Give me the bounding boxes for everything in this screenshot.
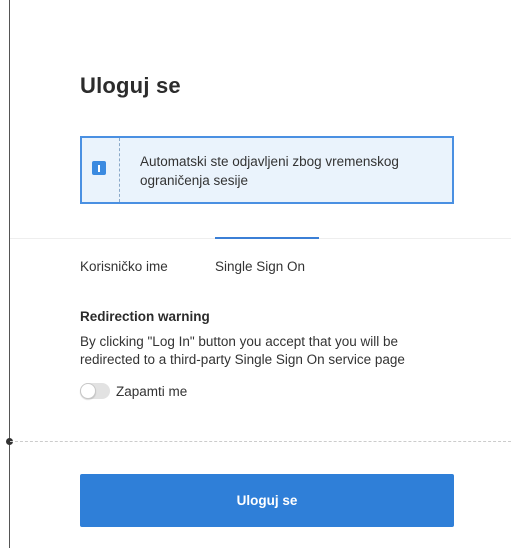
left-divider (9, 0, 10, 548)
remember-me: Zapamti me (80, 383, 187, 399)
info-icon (92, 161, 106, 175)
remember-me-label[interactable]: Zapamti me (116, 384, 187, 399)
login-button[interactable]: Uloguj se (80, 474, 454, 527)
active-tab-indicator (215, 237, 319, 239)
page-title: Uloguj se (80, 73, 181, 98)
session-timeout-alert: Automatski ste odjavljeni zbog vremensko… (80, 136, 454, 204)
toggle-knob (80, 383, 96, 399)
tab-single-sign-on[interactable]: Single Sign On (215, 259, 305, 274)
redirection-warning-text: By clicking "Log In" button you accept t… (80, 334, 405, 367)
redirection-warning-title: Redirection warning (80, 309, 210, 324)
alert-icon-strip (82, 138, 120, 202)
login-page: Uloguj se Automatski ste odjavljeni zbog… (0, 0, 511, 548)
tab-username[interactable]: Korisničko ime (80, 259, 215, 274)
alert-message: Automatski ste odjavljeni zbog vremensko… (140, 154, 399, 188)
remember-me-toggle[interactable] (80, 383, 110, 399)
login-method-tabs: Korisničko ime Single Sign On (80, 259, 305, 274)
dashed-divider (10, 441, 511, 442)
